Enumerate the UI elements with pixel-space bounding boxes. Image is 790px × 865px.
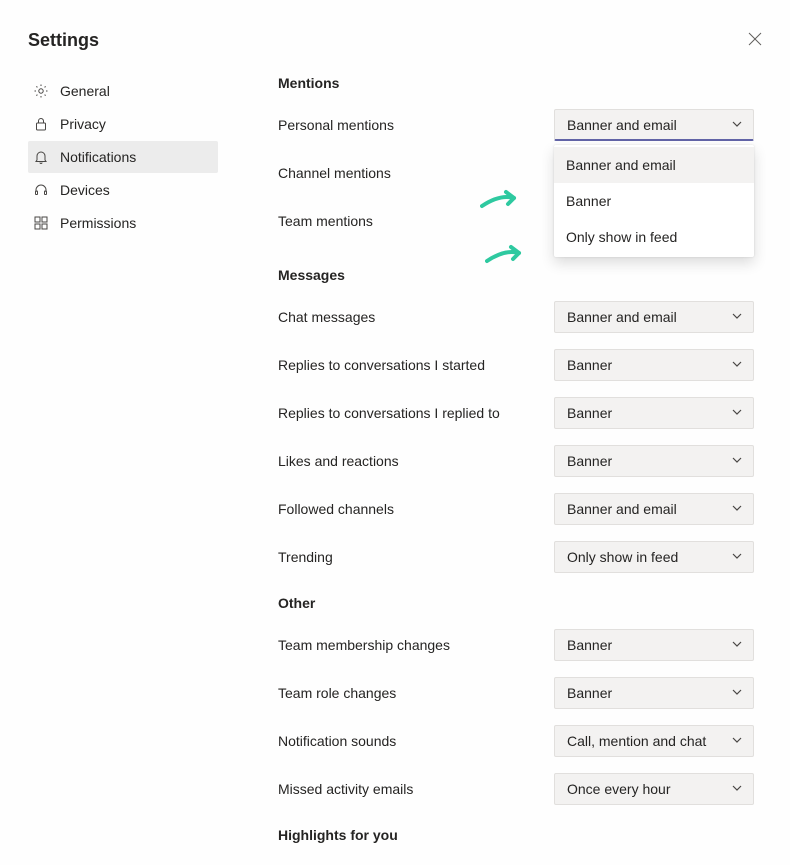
sidebar-item-privacy[interactable]: Privacy (28, 108, 218, 140)
chevron-down-icon (731, 733, 743, 749)
chevron-down-icon (731, 549, 743, 565)
bell-icon (32, 148, 50, 166)
section-heading-messages: Messages (278, 267, 754, 283)
sidebar-item-permissions[interactable]: Permissions (28, 207, 218, 239)
row-role-changes: Team role changes Banner (278, 677, 754, 709)
setting-label: Followed channels (278, 501, 394, 517)
dropdown-option-banner-and-email[interactable]: Banner and email (554, 147, 754, 183)
chevron-down-icon (731, 405, 743, 421)
row-personal-mentions: Personal mentions Banner and email Banne… (278, 109, 754, 141)
sidebar-item-label: Permissions (60, 215, 136, 231)
sidebar-item-label: Devices (60, 182, 110, 198)
dropdown-value: Only show in feed (567, 549, 678, 565)
section-heading-mentions: Mentions (278, 75, 754, 91)
row-trending: Trending Only show in feed (278, 541, 754, 573)
dropdown-value: Banner and email (567, 117, 677, 133)
chevron-down-icon (731, 117, 743, 133)
section-messages: Messages Chat messages Banner and email … (278, 267, 754, 573)
row-likes-reactions: Likes and reactions Banner (278, 445, 754, 477)
section-mentions: Mentions Personal mentions Banner and em… (278, 75, 754, 237)
chevron-down-icon (731, 501, 743, 517)
chevron-down-icon (731, 357, 743, 373)
sidebar-item-label: Notifications (60, 149, 136, 165)
setting-label: Team membership changes (278, 637, 450, 653)
setting-label: Missed activity emails (278, 781, 413, 797)
sidebar-item-devices[interactable]: Devices (28, 174, 218, 206)
chevron-down-icon (731, 781, 743, 797)
dropdown-option-only-show-in-feed[interactable]: Only show in feed (554, 219, 754, 255)
dropdown-likes-reactions[interactable]: Banner (554, 445, 754, 477)
row-replies-replied: Replies to conversations I replied to Ba… (278, 397, 754, 429)
row-notification-sounds: Notification sounds Call, mention and ch… (278, 725, 754, 757)
sidebar-item-notifications[interactable]: Notifications (28, 141, 218, 173)
chevron-down-icon (731, 637, 743, 653)
dropdown-role-changes[interactable]: Banner (554, 677, 754, 709)
apps-icon (32, 214, 50, 232)
settings-header: Settings (28, 28, 766, 53)
dropdown-option-banner[interactable]: Banner (554, 183, 754, 219)
section-heading-highlights: Highlights for you (278, 827, 754, 843)
row-replies-started: Replies to conversations I started Banne… (278, 349, 754, 381)
section-other: Other Team membership changes Banner Tea… (278, 595, 754, 805)
dropdown-replies-started[interactable]: Banner (554, 349, 754, 381)
section-highlights: Highlights for you (278, 827, 754, 843)
dropdown-value: Banner (567, 357, 612, 373)
dropdown-trending[interactable]: Only show in feed (554, 541, 754, 573)
dropdown-personal-mentions[interactable]: Banner and email (554, 109, 754, 141)
dropdown-value: Banner (567, 637, 612, 653)
row-missed-emails: Missed activity emails Once every hour (278, 773, 754, 805)
row-membership-changes: Team membership changes Banner (278, 629, 754, 661)
dropdown-value: Banner (567, 453, 612, 469)
setting-label: Trending (278, 549, 333, 565)
chevron-down-icon (731, 453, 743, 469)
setting-label: Replies to conversations I started (278, 357, 485, 373)
dropdown-membership-changes[interactable]: Banner (554, 629, 754, 661)
row-chat-messages: Chat messages Banner and email (278, 301, 754, 333)
setting-label: Team mentions (278, 213, 373, 229)
dropdown-value: Banner (567, 685, 612, 701)
page-title: Settings (28, 30, 99, 51)
dropdown-value: Call, mention and chat (567, 733, 706, 749)
settings-main: Mentions Personal mentions Banner and em… (218, 75, 766, 865)
sidebar-item-label: Privacy (60, 116, 106, 132)
dropdown-value: Banner (567, 405, 612, 421)
chevron-down-icon (731, 685, 743, 701)
sidebar-item-general[interactable]: General (28, 75, 218, 107)
setting-label: Likes and reactions (278, 453, 399, 469)
dropdown-notification-sounds[interactable]: Call, mention and chat (554, 725, 754, 757)
setting-label: Chat messages (278, 309, 375, 325)
dropdown-missed-emails[interactable]: Once every hour (554, 773, 754, 805)
dropdown-value: Banner and email (567, 309, 677, 325)
gear-icon (32, 82, 50, 100)
dropdown-value: Once every hour (567, 781, 671, 797)
dropdown-replies-replied[interactable]: Banner (554, 397, 754, 429)
sidebar-item-label: General (60, 83, 110, 99)
chevron-down-icon (731, 309, 743, 325)
dropdown-chat-messages[interactable]: Banner and email (554, 301, 754, 333)
lock-icon (32, 115, 50, 133)
setting-label: Notification sounds (278, 733, 396, 749)
dropdown-followed-channels[interactable]: Banner and email (554, 493, 754, 525)
setting-label: Channel mentions (278, 165, 391, 181)
section-heading-other: Other (278, 595, 754, 611)
close-icon (748, 34, 762, 49)
dropdown-menu-personal-mentions: Banner and email Banner Only show in fee… (554, 145, 754, 257)
dropdown-value: Banner and email (567, 501, 677, 517)
setting-label: Team role changes (278, 685, 396, 701)
close-button[interactable] (744, 28, 766, 53)
row-followed-channels: Followed channels Banner and email (278, 493, 754, 525)
settings-sidebar: General Privacy Notifications (28, 75, 218, 865)
setting-label: Personal mentions (278, 117, 394, 133)
setting-label: Replies to conversations I replied to (278, 405, 500, 421)
headset-icon (32, 181, 50, 199)
